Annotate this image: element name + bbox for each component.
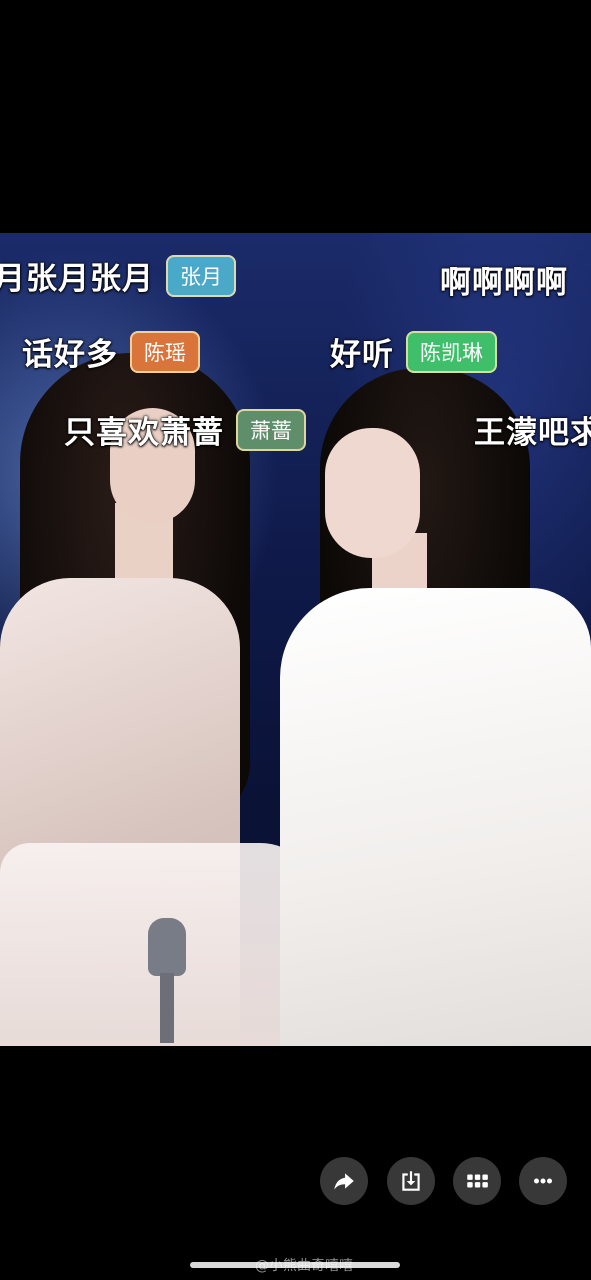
fan-badge: 陈瑶 <box>130 330 200 373</box>
more-icon <box>534 1178 552 1184</box>
danmaku-comment: 好听 陈凯琳 <box>330 329 497 374</box>
danmaku-comment: 啊啊啊啊 <box>440 257 568 302</box>
download-icon <box>402 1171 420 1191</box>
video-frame[interactable]: 月张月张月 张月 啊啊啊啊 话好多 陈瑶 好听 陈凯琳 只喜欢萧蔷 萧蔷 王濛吧… <box>0 233 591 1046</box>
danmaku-text: 王濛吧求 <box>474 415 591 451</box>
fan-badge: 陈凯琳 <box>406 330 497 373</box>
danmaku-text: 好听 <box>330 337 394 373</box>
danmaku-text: 啊啊啊啊 <box>440 265 568 301</box>
share-button[interactable] <box>320 1157 368 1205</box>
watermark: @小熊曲奇嘻嘻 <box>255 1258 353 1274</box>
fan-badge: 萧蔷 <box>236 408 306 451</box>
danmaku-comment: 话好多 陈瑶 <box>22 329 200 374</box>
fan-badge: 张月 <box>166 254 236 297</box>
share-icon <box>334 1173 354 1190</box>
danmaku-comment: 月张月张月 张月 <box>0 253 236 298</box>
danmaku-comment: 只喜欢萧蔷 萧蔷 <box>64 407 306 452</box>
more-button[interactable] <box>519 1157 567 1205</box>
microphone <box>148 918 186 976</box>
danmaku-text: 月张月张月 <box>0 261 154 297</box>
danmaku-text: 话好多 <box>22 337 118 373</box>
danmaku-comment: 王濛吧求 <box>474 407 591 452</box>
grid-button[interactable] <box>453 1157 501 1205</box>
download-button[interactable] <box>387 1157 435 1205</box>
grid-icon <box>467 1174 488 1188</box>
danmaku-text: 只喜欢萧蔷 <box>64 415 224 451</box>
